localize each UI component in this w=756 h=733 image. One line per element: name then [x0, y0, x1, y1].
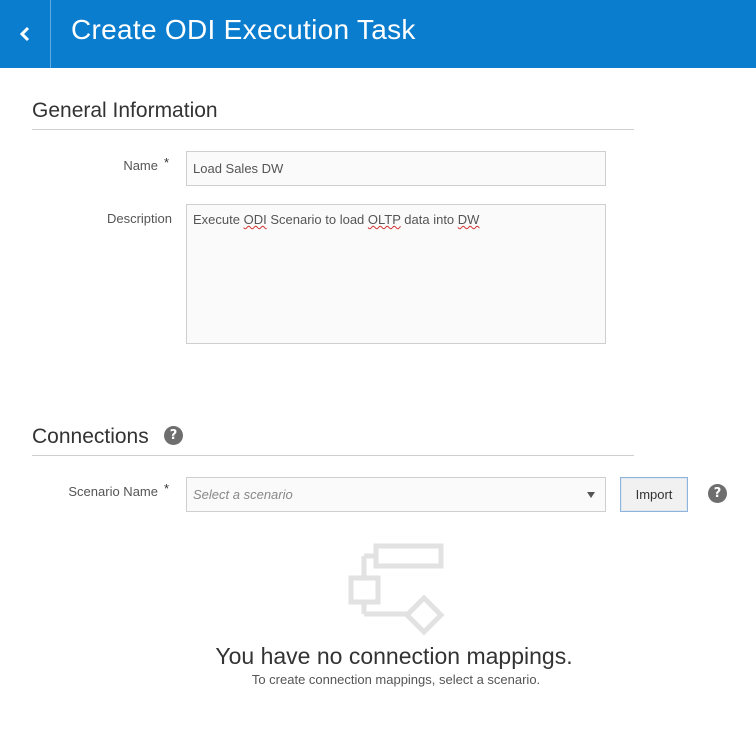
name-label: Name: [123, 158, 158, 173]
question-circle-icon[interactable]: ?: [164, 426, 183, 445]
name-input[interactable]: [186, 151, 606, 186]
scenario-required-marker: *: [164, 481, 170, 496]
description-text-segment: OLTP: [367, 212, 401, 227]
chevron-down-icon: [587, 492, 595, 498]
chevron-left-icon: [19, 26, 30, 42]
description-label: Description: [106, 211, 172, 226]
description-text-segment: DW: [457, 212, 480, 227]
connections-divider: [32, 455, 634, 456]
flow-diagram-icon: [348, 543, 445, 636]
empty-state-subtitle: To create connection mappings, select a …: [251, 672, 541, 687]
question-circle-icon[interactable]: ?: [708, 484, 727, 503]
page-header: Create ODI Execution Task: [0, 0, 756, 68]
connections-heading: Connections: [32, 425, 149, 448]
name-required-marker: *: [164, 155, 170, 170]
description-text-segment: Execute: [193, 212, 244, 227]
general-information-heading: General Information: [32, 99, 218, 122]
description-text-segment: ODI: [243, 212, 267, 227]
scenario-placeholder: Select a scenario: [193, 487, 293, 502]
import-button[interactable]: Import: [620, 477, 688, 512]
description-text-segment: Scenario to load: [266, 212, 368, 227]
general-information-divider: [32, 129, 634, 130]
description-textarea[interactable]: Execute ODI Scenario to load OLTP data i…: [186, 204, 606, 344]
empty-state-title: You have no connection mappings.: [215, 643, 573, 669]
back-button[interactable]: [0, 0, 51, 68]
page-title: Create ODI Execution Task: [71, 14, 416, 45]
description-text-segment: data into: [400, 212, 458, 227]
scenario-select[interactable]: Select a scenario: [186, 477, 606, 512]
scenario-name-label: Scenario Name: [68, 484, 158, 499]
